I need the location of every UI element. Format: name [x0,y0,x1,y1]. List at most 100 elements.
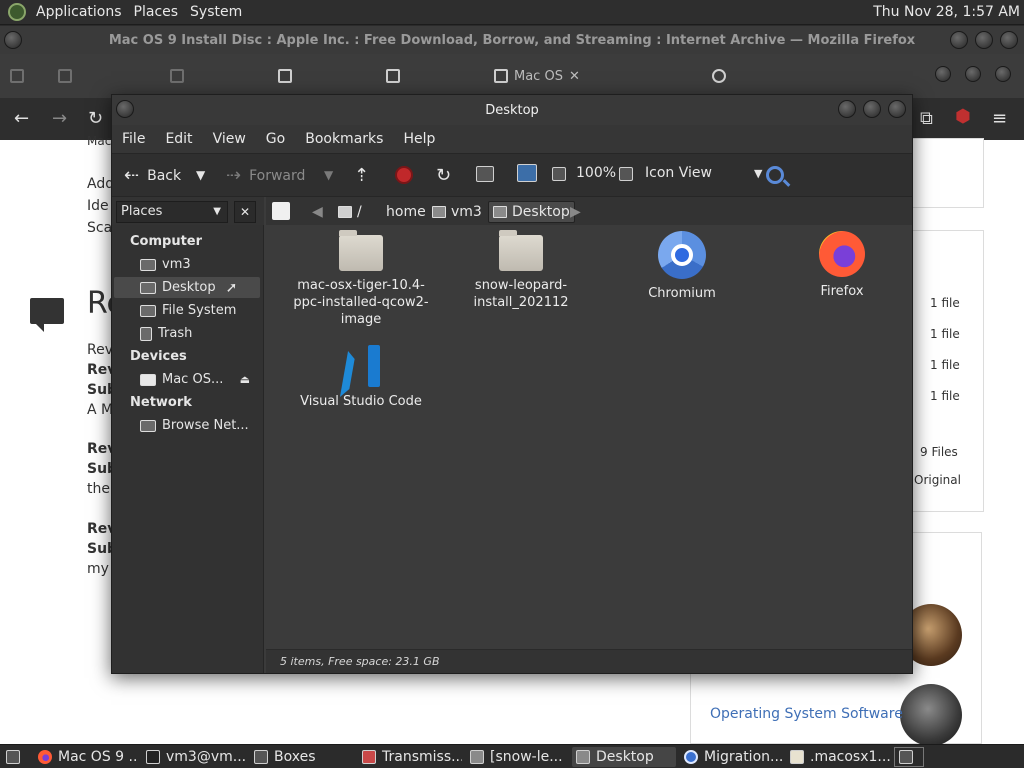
operating-system-software-link[interactable]: Operating System Software [710,706,903,722]
firefox-tab[interactable] [58,64,72,88]
maximize-icon[interactable] [975,31,993,49]
taskbar-item-folder[interactable]: [snow-le... [466,747,570,767]
zoom-out-icon [552,167,566,181]
desktop-item-vscode[interactable]: Visual Studio Code [286,345,436,410]
desktop-item-firefox[interactable]: Firefox [767,231,917,300]
breadcrumb-vm3[interactable]: vm3 [428,201,486,223]
up-icon[interactable]: ⇡ [354,165,369,186]
firefox-tab[interactable] [386,64,400,88]
taskbar-item-transmission[interactable]: Transmiss... [358,747,462,767]
taskbar-item-terminal[interactable]: vm3@vm... [142,747,246,767]
breadcrumb-root[interactable]: / [334,201,366,223]
window-menu-icon[interactable] [116,100,134,118]
reload-icon[interactable]: ↻ [436,165,451,186]
forward-history-dropdown-icon[interactable]: ▼ [324,168,333,182]
hamburger-menu-icon[interactable]: ≡ [992,108,1007,129]
sidebar-item-label: File System [162,303,237,318]
firefox-tab[interactable] [278,64,292,88]
extensions-icon[interactable]: ⧉ [920,108,933,129]
menu-go[interactable]: Go [266,131,285,147]
close-icon[interactable] [888,100,906,118]
firefox-tab[interactable] [170,64,184,88]
taskbar-item-firefox[interactable]: Mac OS 9 ... [34,747,138,767]
places-selector[interactable]: Places ▼ [116,201,228,223]
firefox-tab-active[interactable]: Mac OS ✕ [494,64,580,88]
home-folder-icon [140,258,156,271]
firefox-tab[interactable] [10,64,24,88]
desktop-item-folder[interactable]: snow-leopard-install_202112 [446,225,596,311]
location-scroll-right-icon[interactable]: ▶ [566,201,585,223]
stop-button[interactable] [395,166,413,184]
workspace-switcher[interactable] [894,747,924,767]
original-link[interactable]: Original [914,473,966,487]
sidebar-close-button[interactable]: ✕ [234,201,256,223]
clock[interactable]: Thu Nov 28, 1:57 AM [873,4,1020,20]
back-arrow-icon[interactable]: ← [14,108,29,129]
forward-button[interactable]: ⇢ Forward [226,165,305,186]
zoom-level[interactable]: 100% [576,165,616,181]
task-label: vm3@vm... [166,749,246,765]
maximize-icon[interactable] [863,100,881,118]
sidebar-item-mac-os-device[interactable]: Mac OS... ⏏ [114,369,260,390]
home-button[interactable] [476,166,494,182]
sidebar-item-browse-network[interactable]: Browse Net... [114,415,260,436]
minimize-icon[interactable] [838,100,856,118]
new-tab-icon[interactable] [995,66,1011,82]
view-mode-select[interactable]: Icon View ▼ [645,165,762,181]
zoom-in-button[interactable] [619,167,633,181]
status-bar: 5 items, Free space: 23.1 GB [266,649,912,673]
back-button[interactable]: ⇠ Back [124,165,181,186]
archive-icon [386,69,400,83]
breadcrumb-home[interactable]: home [382,201,430,223]
firefox-tab[interactable] [712,64,726,88]
sidebar-box [912,138,984,208]
menu-applications[interactable]: Applications [32,4,130,20]
files-total[interactable]: 9 Files [920,445,966,459]
taskbar-item-chromium[interactable]: Migration... [680,747,784,767]
sidebar-item-file-system[interactable]: File System [114,300,260,321]
taskbar-item-boxes[interactable]: Boxes [250,747,354,767]
tab-list-icon[interactable] [965,66,981,82]
sidebar-item-vm3[interactable]: vm3 [114,254,260,275]
menu-edit[interactable]: Edit [165,131,192,147]
collection-thumbnail[interactable] [900,684,962,746]
reload-icon[interactable]: ↻ [88,108,103,129]
show-desktop-button[interactable] [2,747,26,767]
page-text: Sca [87,220,113,236]
sidebar-item-desktop[interactable]: Desktop ➚ [114,277,260,298]
menu-help[interactable]: Help [403,131,435,147]
desktop-icon [140,281,156,294]
taskbar-item-desktop[interactable]: Desktop [572,747,676,767]
tab-scroll-icon[interactable] [935,66,951,82]
computer-button[interactable] [517,164,537,182]
menu-file[interactable]: File [122,131,145,147]
desktop-item-chromium[interactable]: Chromium [607,231,757,302]
edit-location-icon[interactable] [272,202,290,220]
window-menu-icon[interactable] [4,31,22,49]
back-history-dropdown-icon[interactable]: ▼ [196,168,205,182]
taskbar-item-text-editor[interactable]: .macosx1... [786,747,890,767]
location-scroll-left-icon[interactable]: ◀ [308,201,327,223]
sidebar-section-computer: Computer [130,234,203,249]
close-icon[interactable] [1000,31,1018,49]
menu-places[interactable]: Places [130,4,187,20]
breadcrumb-desktop[interactable]: Desktop [488,201,575,223]
eject-icon[interactable]: ⏏ [240,373,250,386]
zoom-out-button[interactable] [552,167,566,181]
task-label: Boxes [274,749,316,765]
menu-system[interactable]: System [186,4,250,20]
tab-close-icon[interactable]: ✕ [569,69,580,84]
item-label: Chromium [648,286,716,301]
toolbar: ⇠ Back ▼ ⇢ Forward ▼ ⇡ ↻ 100% Icon View … [112,153,912,197]
desktop-item-folder[interactable]: mac-osx-tiger-10.4-ppc-installed-qcow2-i… [286,225,436,328]
ublock-icon[interactable]: ⬢ [955,106,971,127]
forward-arrow-icon[interactable]: → [52,108,67,129]
menu-bookmarks[interactable]: Bookmarks [305,131,383,147]
sidebar-item-trash[interactable]: Trash [114,323,260,344]
distro-logo-icon[interactable] [8,3,26,21]
minimize-icon[interactable] [950,31,968,49]
menu-view[interactable]: View [213,131,246,147]
file-manager-titlebar[interactable]: Desktop [112,95,912,125]
search-button[interactable] [766,166,784,184]
home-icon [476,166,494,182]
